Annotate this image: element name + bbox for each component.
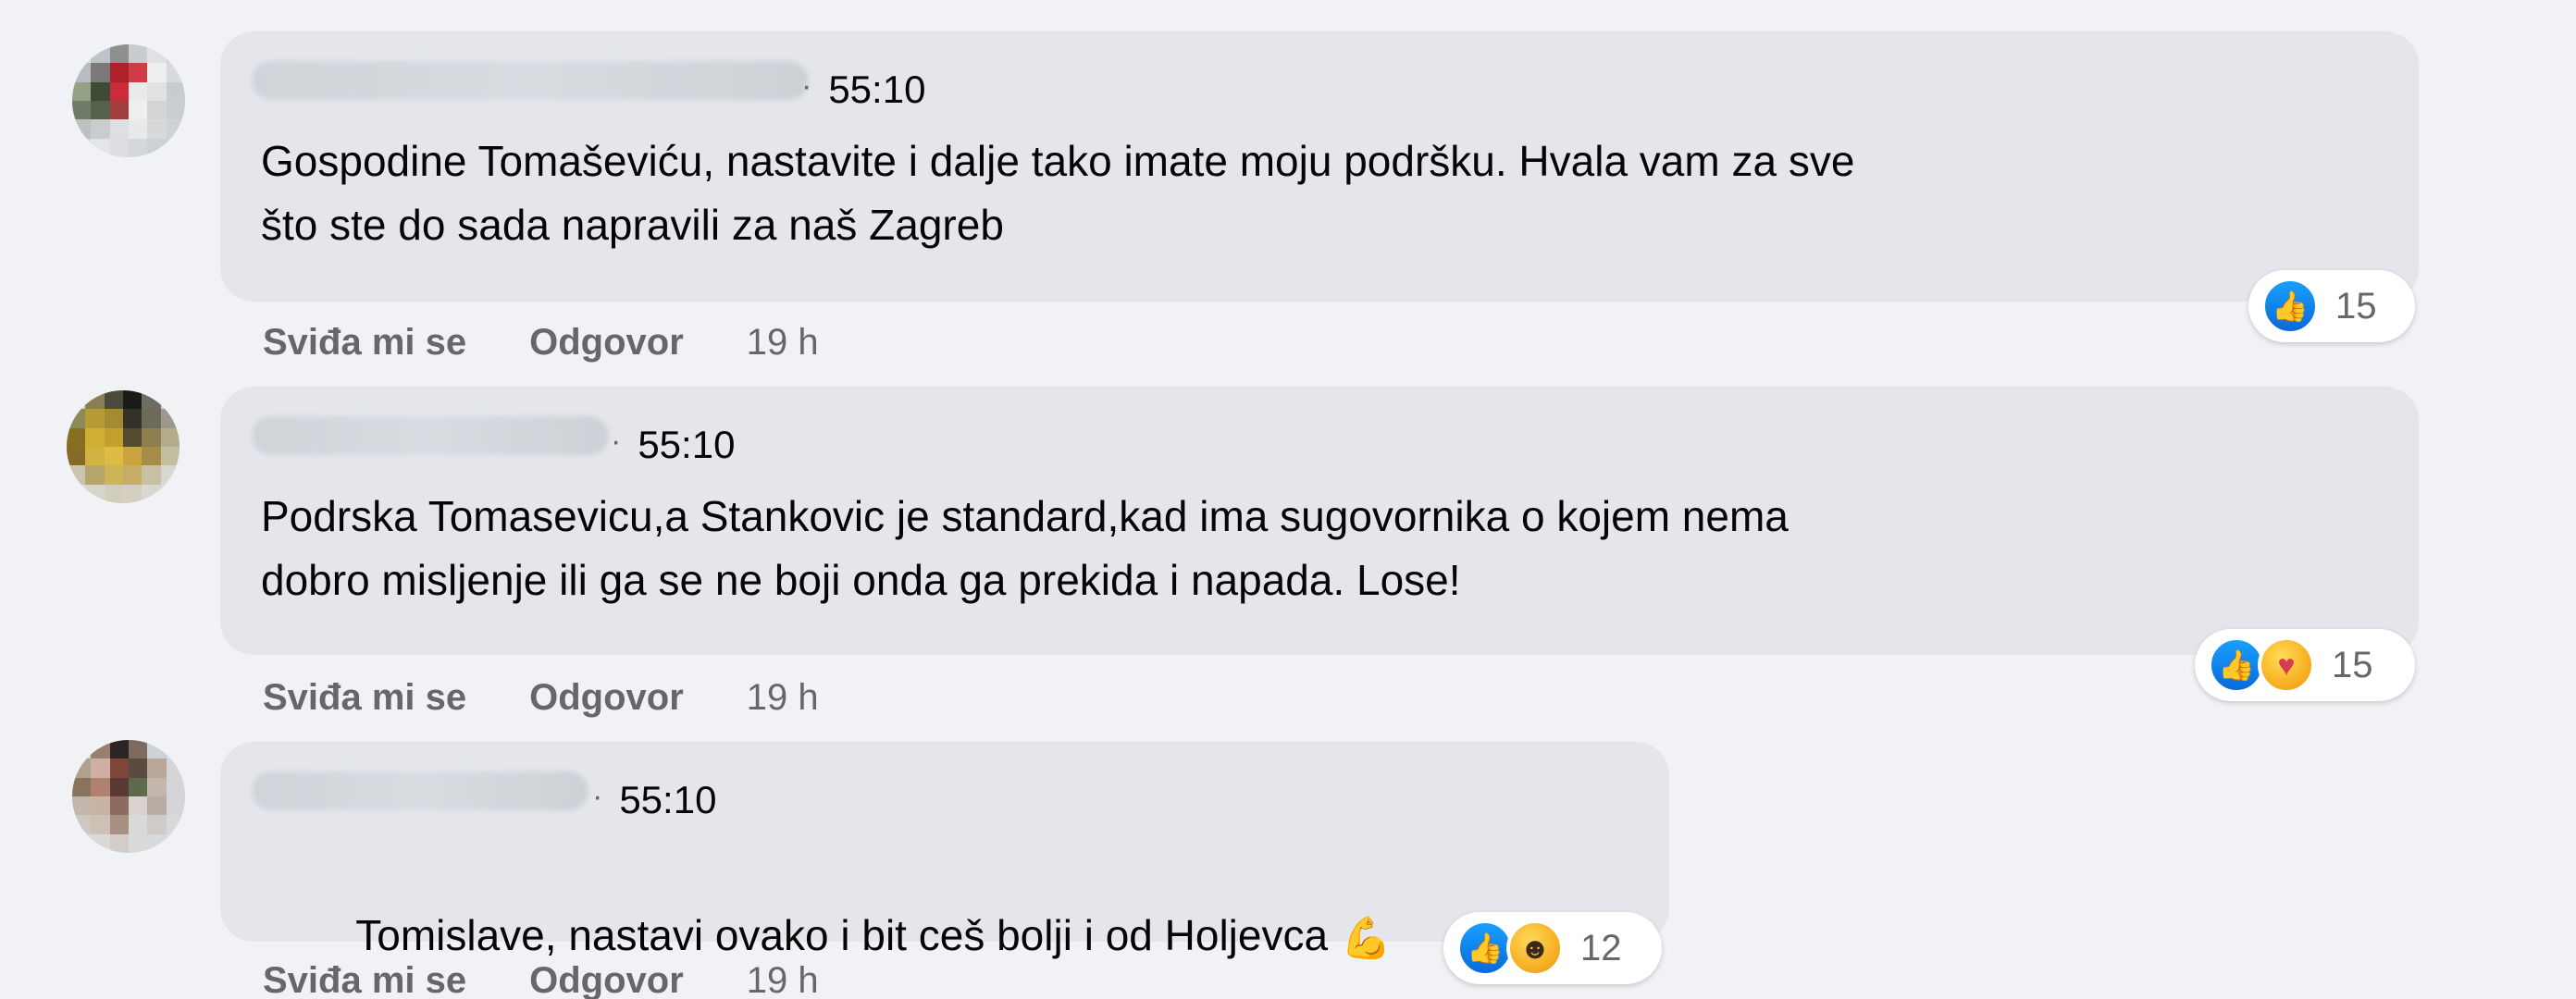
reaction-count: 15 — [2332, 644, 2373, 685]
reaction-summary[interactable]: 👍 ♥ 15 — [2195, 629, 2415, 701]
separator-dot: · — [611, 424, 622, 459]
comment-bubble: · 55:10 Podrska Tomasevicu,a Stankovic j… — [220, 387, 2419, 655]
reply-action-button[interactable]: Odgovor — [529, 679, 684, 716]
like-icon: 👍 — [1456, 919, 1514, 977]
reaction-summary[interactable]: 👍 15 — [2248, 270, 2415, 342]
care-icon: ♥ — [2258, 636, 2315, 694]
comment-time-link[interactable]: 19 h — [747, 962, 819, 999]
comment-text-body: Tomislave, nastavi ovako i bit ceš bolji… — [355, 911, 1329, 959]
avatar[interactable] — [72, 740, 185, 853]
comment-actions: Sviđa mi se Odgovor 19 h — [263, 962, 819, 999]
like-action-button[interactable]: Sviđa mi se — [263, 324, 466, 361]
comment-text: Podrska Tomasevicu,a Stankovic je standa… — [261, 492, 1789, 604]
comment-bubble: · 55:10 Tomislave, nastavi ovako i bit c… — [220, 742, 1669, 961]
reply-action-button[interactable]: Odgovor — [529, 962, 684, 999]
comment-time-link[interactable]: 19 h — [747, 679, 819, 716]
timestamp-link[interactable]: 55:10 — [638, 426, 735, 464]
like-action-button[interactable]: Sviđa mi se — [263, 962, 466, 999]
avatar[interactable] — [67, 390, 180, 503]
flexed-biceps-icon: 💪 — [1341, 916, 1392, 962]
comment-text: Gospodine Tomaševiću, nastavite i dalje … — [261, 137, 1855, 249]
comment-time-link[interactable]: 19 h — [747, 324, 819, 361]
comment-meta: · 55:10 — [592, 781, 716, 820]
comment-actions: Sviđa mi se Odgovor 19 h — [263, 324, 819, 361]
comment-actions: Sviđa mi se Odgovor 19 h — [263, 679, 819, 716]
comment-meta: · 55:10 — [801, 70, 925, 109]
comment-thread: · 55:10 Gospodine Tomaševiću, nastavite … — [0, 0, 2576, 999]
timestamp-link[interactable]: 55:10 — [828, 70, 925, 109]
separator-dot: · — [801, 68, 812, 104]
separator-dot: · — [592, 779, 603, 814]
comment-meta: · 55:10 — [611, 426, 735, 464]
like-icon: 👍 — [2261, 278, 2319, 335]
reaction-count: 15 — [2335, 285, 2377, 327]
like-action-button[interactable]: Sviđa mi se — [263, 679, 466, 716]
avatar[interactable] — [72, 44, 185, 157]
blurred-author-name[interactable] — [252, 61, 809, 100]
haha-icon: ☻ — [1506, 919, 1564, 977]
reaction-summary[interactable]: 👍 ☻ 12 — [1443, 912, 1662, 984]
blurred-author-name[interactable] — [252, 416, 609, 455]
reaction-count: 12 — [1580, 927, 1622, 968]
blurred-author-name[interactable] — [252, 771, 588, 810]
like-icon: 👍 — [2208, 636, 2265, 694]
timestamp-link[interactable]: 55:10 — [619, 781, 716, 820]
reply-action-button[interactable]: Odgovor — [529, 324, 684, 361]
comment-bubble: · 55:10 Gospodine Tomaševiću, nastavite … — [220, 31, 2419, 302]
